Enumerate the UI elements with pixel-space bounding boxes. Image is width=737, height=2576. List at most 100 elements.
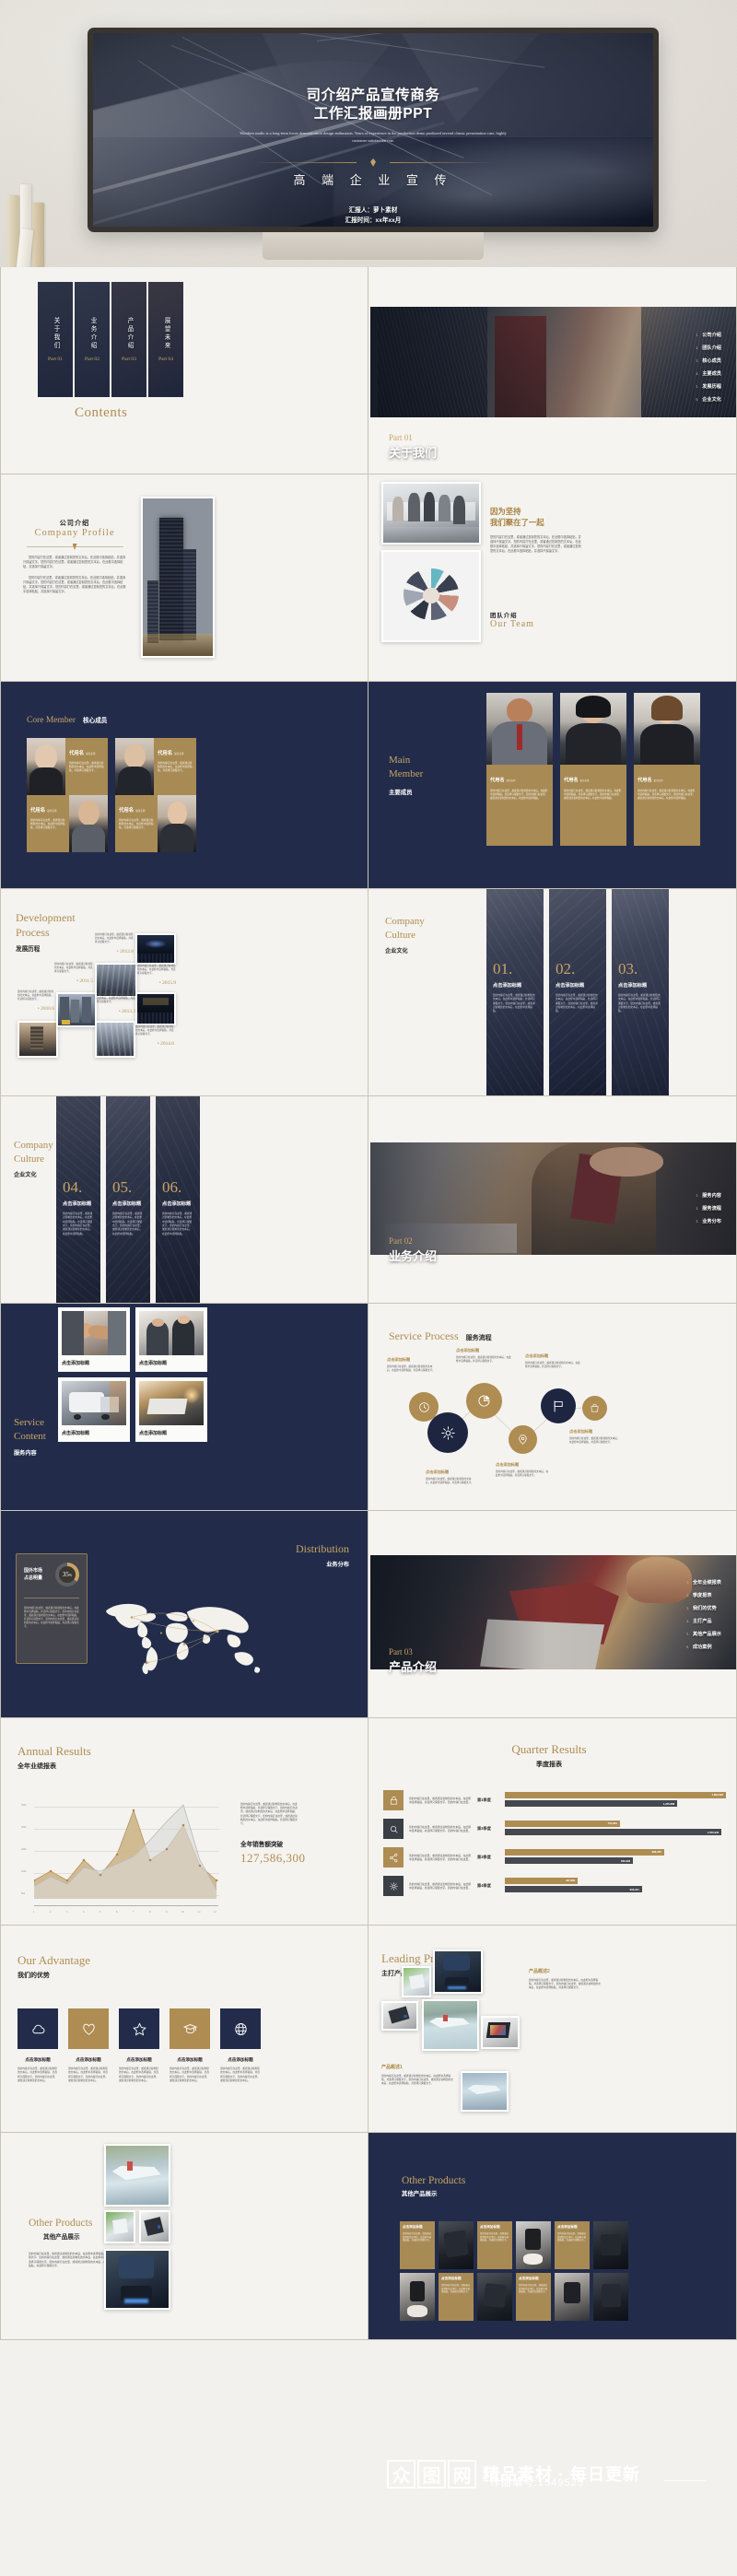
member-desc: 您的内容打在这里，或者通过复制您的文本后，在此框中选择粘贴，并选择只保留文字。	[69, 762, 104, 773]
main-member-card[interactable]: 代用名 职位名称 您的内容打在这里，或者通过复制您的文本后，在此框中选择粘贴，并选…	[634, 693, 700, 846]
culture-card[interactable]: 03. 点击添加标题 您的内容打在这里，或者通过复制您的文本后，在此框中选择粘贴…	[612, 889, 669, 1095]
service-card[interactable]: 点击添加标题	[58, 1377, 130, 1442]
item-number: 2.	[696, 1207, 699, 1212]
product-text-card[interactable]: 点击添加标题 您的内容打在这里，或者通过复制您的文本后，在此框中选择粘贴，并选择…	[516, 2273, 551, 2321]
list-item[interactable]: 6. 企业文化	[696, 396, 721, 403]
list-item[interactable]: 2. 服务流程	[696, 1205, 721, 1212]
list-item[interactable]: 3. 核心成员	[696, 357, 721, 364]
culture-card-number: 02.	[556, 960, 576, 978]
service-card[interactable]: 点击添加标题	[58, 1307, 130, 1372]
culture-card-desc: 您的内容打在这里，或者通过复制您的文本后，在此框中选择粘贴，并选择只保留文字。您…	[618, 994, 661, 1013]
product-text-card[interactable]: 点击添加标题 您的内容打在这里，或者通过复制您的文本后，在此框中选择粘贴，并选择…	[477, 2221, 512, 2269]
service-card[interactable]: 点击添加标题	[135, 1307, 207, 1372]
process-step-title: 点击添加标题	[387, 1357, 411, 1362]
slide-row-3: Core Member 核心成员 代用名 职位名称 您的内容打在这里，或者通过复制…	[0, 682, 737, 889]
list-item[interactable]: 5. 发展历程	[696, 383, 721, 390]
member-card[interactable]: 代用名 职位名称 您的内容打在这里，或者通过复制您的文本后，在此框中选择粘贴，并选…	[27, 795, 108, 852]
item-number: 5.	[686, 1633, 689, 1637]
product-text-card[interactable]: 点击添加标题 您的内容打在这里，或者通过复制您的文本后，在此框中选择粘贴，并选择…	[439, 2273, 474, 2321]
contents-card[interactable]: 展望未来 Part 04	[148, 282, 183, 397]
culture-card[interactable]: 02. 点击添加标题 您的内容打在这里，或者通过复制您的文本后，在此框中选择粘贴…	[549, 889, 606, 1095]
list-item[interactable]: 1. 公司介绍	[696, 332, 721, 338]
part-02-list: 1. 服务内容 2. 服务流程 3. 业务分布	[696, 1192, 721, 1231]
timeline-photo-4	[95, 1021, 135, 1058]
process-node-6[interactable]	[582, 1396, 607, 1421]
item-text: 成功案例	[692, 1645, 712, 1651]
part-03-number: Part 03	[389, 1647, 413, 1657]
quarter-row[interactable]: 您的内容打在这里，或者通过复制您的文本后，在此框中选择粘贴，并选择只保留文字。您…	[383, 1847, 726, 1868]
quarter-row-text: 您的内容打在这里，或者通过复制您的文本后，在此框中选择粘贴，并选择只保留文字。您…	[409, 1824, 472, 1832]
watermark-glyph-1: 众	[387, 2459, 415, 2488]
process-node-4[interactable]	[509, 1425, 537, 1454]
advantage-desc: 您的内容打在这里，或者通过复制您的文本后，在此框中选择粘贴，并选择只保留文字。您…	[170, 2067, 209, 2082]
gear-icon	[383, 1876, 404, 1896]
culture-card[interactable]: 05. 点击添加标题 您的内容打在这里，或者通过复制您的文本后，在此框中选择粘贴…	[106, 1096, 150, 1303]
item-text: 核心成员	[702, 358, 721, 364]
service-card[interactable]: 点击添加标题	[135, 1377, 207, 1442]
item-text: 其他产品展示	[692, 1632, 721, 1638]
slide-service-process: Service Process 服务流程 点击添加标题 您的内容打在这里，或者通…	[368, 1304, 737, 1511]
advantage-item[interactable]: 点击添加标题 您的内容打在这里，或者通过复制您的文本后，在此框中选择粘贴，并选择…	[68, 2008, 109, 2083]
contents-card[interactable]: 产品介绍 Part 03	[111, 282, 146, 397]
quarter-row[interactable]: 您的内容打在这里，或者通过复制您的文本后，在此框中选择粘贴，并选择只保留文字。您…	[383, 1790, 726, 1810]
list-item[interactable]: 2. 团队介绍	[696, 345, 721, 351]
timeline-desc-2: 您的内容打在这里，或者通过复制您的文本后，在此框中选择粘贴，并选择只保留文字。	[54, 963, 93, 974]
culture-card-number: 05.	[112, 1178, 133, 1196]
quarter-row[interactable]: 您的内容打在这里，或者通过复制您的文本后，在此框中选择粘贴，并选择只保留文字。您…	[383, 1819, 726, 1839]
list-item[interactable]: 1. 服务内容	[696, 1192, 721, 1199]
item-text: 季度报表	[692, 1593, 712, 1599]
part-03-list: 1. 全年业绩报表 2. 季度报表 3. 我们的优势 4. 主打产品 5. 其他产品展示 …	[686, 1579, 721, 1657]
member-photo	[27, 738, 65, 795]
main-member-card[interactable]: 代用名 职位名称 您的内容打在这里，或者通过复制您的文本后，在此框中选择粘贴，并选…	[486, 693, 553, 846]
culture-card[interactable]: 01. 点击添加标题 您的内容打在这里，或者通过复制您的文本后，在此框中选择粘贴…	[486, 889, 544, 1095]
contents-card[interactable]: 关于我们 Part 01	[38, 282, 73, 397]
item-number: 1.	[696, 334, 699, 337]
culture-card[interactable]: 06. 点击添加标题 您的内容打在这里，或者通过复制您的文本后，在此框中选择粘贴…	[156, 1096, 200, 1303]
timeline-year-3: • 2012.8	[116, 949, 134, 955]
list-item[interactable]: 2. 季度报表	[686, 1592, 721, 1598]
advantage-item[interactable]: 点击添加标题 您的内容打在这里，或者通过复制您的文本后，在此框中选择粘贴，并选择…	[170, 2008, 210, 2083]
quarter-row-text: 您的内容打在这里，或者通过复制您的文本后，在此框中选择粘贴，并选择只保留文字。您…	[409, 1853, 472, 1861]
process-node-2[interactable]	[427, 1412, 468, 1453]
member-card[interactable]: 代用名 职位名称 您的内容打在这里，或者通过复制您的文本后，在此框中选择粘贴，并选…	[27, 738, 108, 795]
list-item[interactable]: 4. 主要成员	[696, 370, 721, 377]
member-role: 职位名称	[86, 753, 96, 755]
star-icon	[132, 2021, 146, 2035]
member-card[interactable]: 代用名 职位名称 您的内容打在这里，或者通过复制您的文本后，在此框中选择粘贴，并选…	[115, 795, 196, 852]
item-text: 服务流程	[702, 1206, 721, 1212]
advantage-tile	[220, 2008, 261, 2049]
list-item[interactable]: 5. 其他产品展示	[686, 1631, 721, 1637]
x-tick: 5	[99, 1911, 101, 1914]
part-01-photo	[370, 307, 736, 417]
hero-title-line1: 司介绍产品宣传商务	[306, 88, 440, 103]
quarter-row[interactable]: 您的内容打在这里，或者通过复制您的文本后，在此框中选择粘贴，并选择只保留文字。您…	[383, 1876, 726, 1896]
contents-card[interactable]: 业务介绍 Part 02	[75, 282, 110, 397]
item-number: 4.	[686, 1620, 689, 1624]
product-text-card[interactable]: 点击添加标题 您的内容打在这里，或者通过复制您的文本后，在此框中选择粘贴，并选择…	[555, 2221, 590, 2269]
advantage-item[interactable]: 点击添加标题 您的内容打在这里，或者通过复制您的文本后，在此框中选择粘贴，并选择…	[18, 2008, 58, 2083]
member-role: 职位名称	[135, 810, 146, 813]
process-node-5[interactable]	[541, 1388, 576, 1423]
list-item[interactable]: 1. 全年业绩报表	[686, 1579, 721, 1586]
main-member-card[interactable]: 代用名 职位名称 您的内容打在这里，或者通过复制您的文本后，在此框中选择粘贴，并选…	[560, 693, 626, 846]
advantage-item[interactable]: 点击添加标题 您的内容打在这里，或者通过复制您的文本后，在此框中选择粘贴，并选择…	[220, 2008, 261, 2083]
culture-card[interactable]: 04. 点击添加标题 您的内容打在这里，或者通过复制您的文本后，在此框中选择粘贴…	[56, 1096, 100, 1303]
list-item[interactable]: 3. 业务分布	[696, 1218, 721, 1224]
rolled-paper-3	[32, 203, 44, 267]
process-step-title: 点击添加标题	[426, 1469, 450, 1474]
item-number: 1.	[686, 1581, 689, 1586]
advantage-item[interactable]: 点击添加标题 您的内容打在这里，或者通过复制您的文本后，在此框中选择粘贴，并选择…	[119, 2008, 159, 2083]
process-node-3[interactable]	[466, 1383, 502, 1419]
member-card[interactable]: 代用名 职位名称 您的内容打在这里，或者通过复制您的文本后，在此框中选择粘贴，并选…	[115, 738, 196, 795]
member-name: 代用名	[158, 751, 173, 756]
product-desc2-title: 产品概述2	[529, 1969, 550, 1974]
list-item[interactable]: 6. 成功案例	[686, 1644, 721, 1650]
list-item[interactable]: 3. 我们的优势	[686, 1605, 721, 1611]
list-item[interactable]: 4. 主打产品	[686, 1618, 721, 1624]
annual-area-chart: 4500 3000 2000 1000 500 12 34 56 7 8 9 1…	[21, 1803, 219, 1914]
service-content-title-cn: 服务内容	[14, 1449, 37, 1457]
company-profile-title-cn: 公司介绍	[59, 519, 90, 527]
advantage-desc: 您的内容打在这里，或者通过复制您的文本后，在此框中选择粘贴，并选择只保留文字。您…	[220, 2067, 260, 2082]
product-text-card[interactable]: 点击添加标题 您的内容打在这里，或者通过复制您的文本后，在此框中选择粘贴，并选择…	[400, 2221, 435, 2269]
main-member-title-cn: 主要成员	[389, 789, 413, 796]
